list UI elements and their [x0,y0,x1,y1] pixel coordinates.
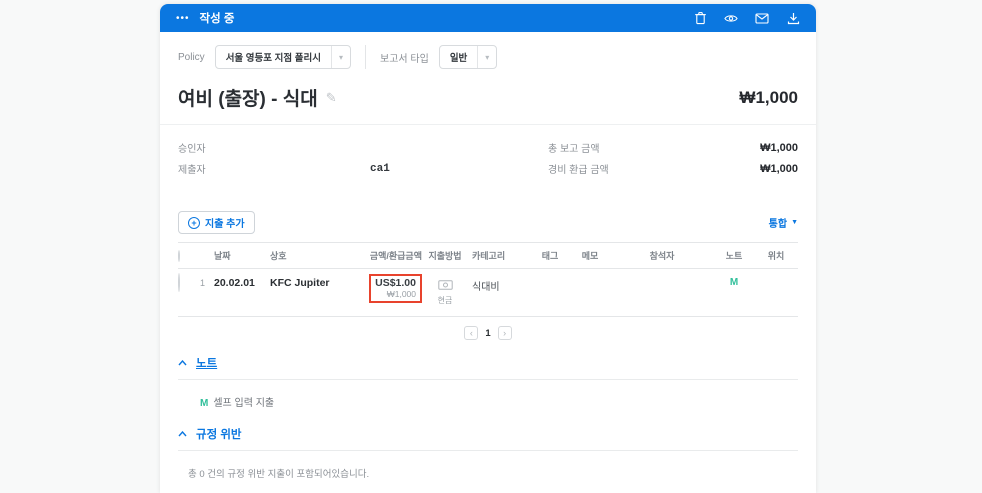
report-summary: 승인자 제출자 ca1 총 보고 금액 ₩1,000 경비 환급 금액 ₩1,0… [160,125,816,187]
download-icon[interactable] [786,11,800,25]
row-amount: US$1.00 [375,277,416,289]
report-type-label: 보고서 타입 [380,53,429,65]
plus-icon: + [188,216,200,229]
col-note: 노트 [725,251,743,261]
violations-section-title: 규정 위반 [196,429,242,441]
report-card: ••• 작성 중 Policy 서울 영등포 지점 폴리시 ▾ 보고서 타입 일… [160,4,816,493]
reimbursement-row: 경비 환급 금액 ₩1,000 [548,158,798,179]
report-type-select-value: 일반 [449,53,468,64]
reimbursement-value: ₩1,000 [760,162,798,175]
select-all-checkbox[interactable] [178,249,180,262]
note-badge: M [200,398,209,409]
add-expense-button[interactable]: + 지출 추가 [178,211,255,234]
expense-row[interactable]: 1 20.02.01 KFC Jupiter US$1.00 ₩1,000 현금… [178,269,798,317]
report-total: ₩1,000 [739,87,798,107]
preview-eye-icon[interactable] [724,11,738,25]
notes-section: 노트 M 셀프 입력 지출 [160,355,816,411]
policy-label: Policy [178,51,205,63]
page: ••• 작성 중 Policy 서울 영등포 지점 폴리시 ▾ 보고서 타입 일… [0,0,982,493]
report-type-select[interactable]: 일반 ▾ [438,45,498,69]
report-status: 작성 중 [199,13,235,25]
row-checkbox[interactable] [178,273,180,292]
next-page-button[interactable]: › [497,326,512,340]
report-title: 여비 (출장) - 식대 [178,89,318,110]
row-checkbox-cell [178,273,200,292]
note-line: M 셀프 입력 지출 [200,398,274,409]
policy-select[interactable]: 서울 영등포 지점 폴리시 ▾ [214,45,352,69]
total-reported-value: ₩1,000 [760,141,798,154]
policy-row: Policy 서울 영등포 지점 폴리시 ▾ 보고서 타입 일반 ▾ [160,32,816,78]
submitter-label: 제출자 [178,165,206,176]
chevron-down-icon: ▾ [331,46,350,68]
col-location: 위치 [767,251,785,261]
overflow-menu-icon[interactable]: ••• [176,13,190,24]
pagination: ‹ 1 › [178,326,798,340]
violations-section-header[interactable]: 규정 위반 [160,426,816,442]
notes-section-title: 노트 [196,358,218,370]
expense-table-header: 날짜 상호 금액/환급금액 지출방법 카테고리 태그 메모 참석자 노트 위치 [178,242,798,269]
violations-text: 총 0 건의 규정 위반 지출이 포함되어있습니다. [188,469,370,480]
col-memo: 메모 [581,251,599,261]
view-mode-label: 통합 [768,219,788,230]
row-index: 1 [200,278,206,288]
prev-page-button[interactable]: ‹ [464,326,479,340]
payment-method-label: 현금 [437,296,453,305]
approver-label: 승인자 [178,144,206,155]
row-note-badge: M [729,277,739,288]
total-reported-row: 총 보고 금액 ₩1,000 [548,137,798,158]
report-topbar: ••• 작성 중 [160,4,816,32]
payment-method: 현금 [438,274,453,306]
view-mode-dropdown[interactable]: 통합 ▼ [769,215,798,230]
policy-select-value: 서울 영등포 지점 폴리시 [225,53,322,64]
reimbursement-label: 경비 환급 금액 [548,165,609,176]
notes-section-header[interactable]: 노트 [160,355,816,371]
col-date: 날짜 [214,251,231,261]
violations-section: 규정 위반 총 0 건의 규정 위반 지출이 포함되어있습니다. [160,426,816,482]
col-category: 카테고리 [472,251,506,261]
select-all-cell [178,249,200,262]
chevron-up-icon [178,360,187,366]
row-converted-amount: ₩1,000 [386,289,416,299]
trash-icon[interactable] [693,11,707,25]
row-date: 20.02.01 [214,277,255,289]
row-method-cell: 현금 [422,274,468,308]
violations-body: 총 0 건의 규정 위반 지출이 포함되어있습니다. [160,451,816,482]
chevron-up-icon [178,431,187,437]
col-merchant: 상호 [270,251,287,261]
add-expense-label: 지출 추가 [205,219,245,230]
divider [365,45,367,69]
row-category: 식대비 [472,282,500,293]
cash-icon [437,280,453,290]
expense-toolbar: + 지출 추가 통합 ▼ [160,211,816,234]
report-title-row: 여비 (출장) - 식대 ✎ ₩1,000 [160,78,816,124]
submitter-value: ca1 [370,162,390,175]
col-method: 지출방법 [428,251,462,261]
chevron-down-icon: ▼ [791,219,798,226]
notes-body: M 셀프 입력 지출 [160,380,816,411]
col-tag: 태그 [541,251,559,261]
amount-annotation-box: US$1.00 ₩1,000 [369,274,422,303]
approver-row: 승인자 [178,137,548,158]
row-merchant: KFC Jupiter [270,277,330,289]
col-amount: 금액/환급금액 [369,251,422,261]
summary-left: 승인자 제출자 ca1 [178,137,548,179]
summary-right: 총 보고 금액 ₩1,000 경비 환급 금액 ₩1,000 [548,137,798,179]
note-text: 셀프 입력 지출 [213,398,275,409]
submitter-row: 제출자 ca1 [178,158,548,179]
row-amount-cell: US$1.00 ₩1,000 [360,274,422,303]
edit-pencil-icon[interactable]: ✎ [326,90,337,106]
total-reported-label: 총 보고 금액 [548,144,600,155]
expense-table: 날짜 상호 금액/환급금액 지출방법 카테고리 태그 메모 참석자 노트 위치 … [178,242,798,340]
email-icon[interactable] [755,11,769,25]
col-attendees: 참석자 [649,251,675,261]
current-page: 1 [485,327,491,339]
chevron-down-icon: ▾ [477,46,496,68]
